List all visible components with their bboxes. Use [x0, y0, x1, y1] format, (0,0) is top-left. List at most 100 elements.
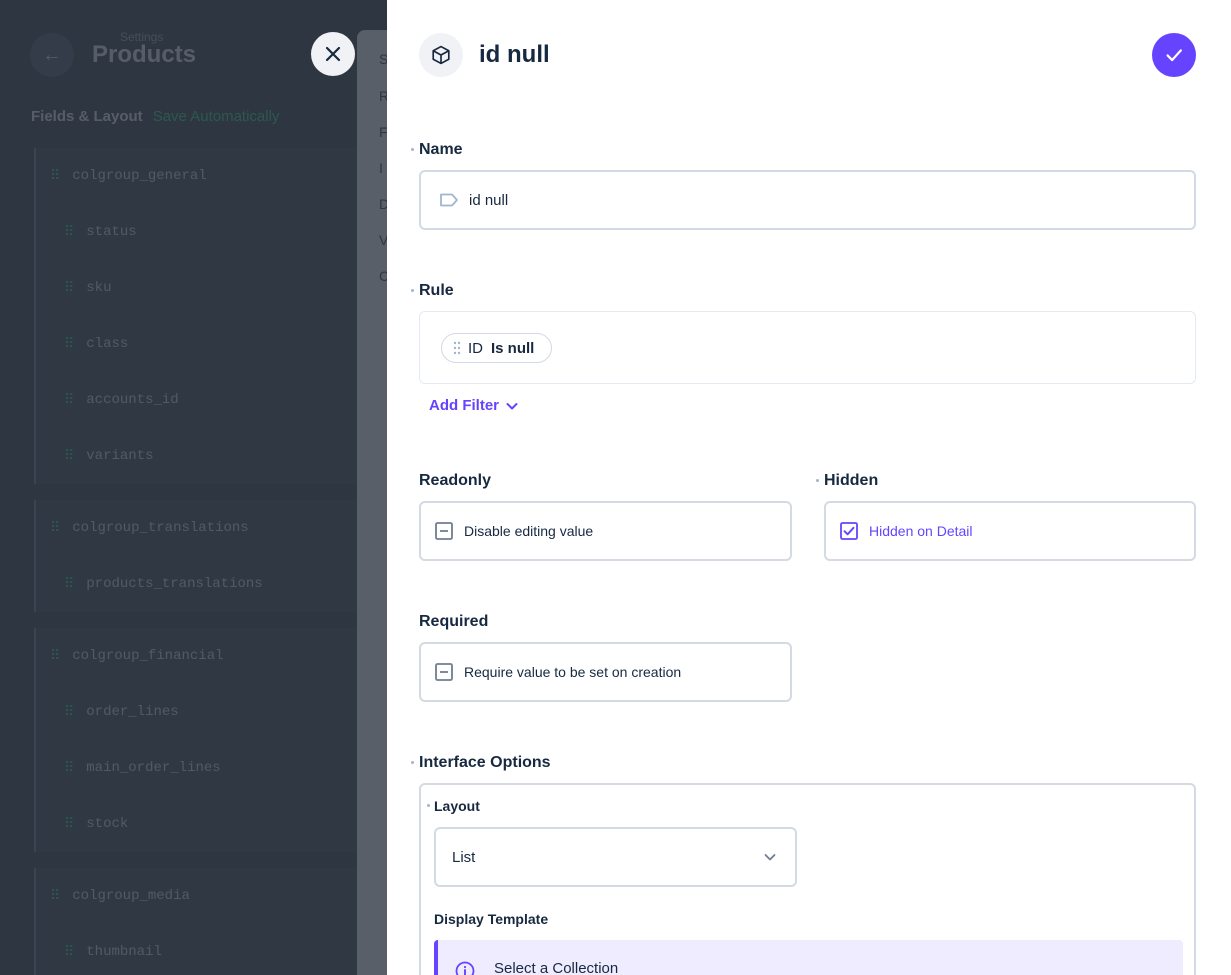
field-name: products_translations — [86, 576, 263, 592]
background-section-title: Fields & Layout Save Automatically — [31, 108, 279, 125]
cube-icon — [419, 33, 463, 77]
layout-select[interactable]: List — [434, 827, 797, 887]
group-header: ⠿ colgroup_translations — [36, 500, 366, 556]
filter-chip[interactable]: ID Is null — [441, 333, 553, 363]
required-checkbox-text: Require value to be set on creation — [464, 664, 682, 680]
drag-handle-icon: ⠿ — [64, 576, 75, 593]
field-name: sku — [86, 280, 112, 296]
field-drawer: id null Name id null Rule ID Is null Add… — [387, 0, 1231, 975]
chevron-down-icon — [764, 854, 776, 861]
rule-label-text: Rule — [419, 282, 454, 299]
name-input[interactable]: id null — [419, 170, 1196, 230]
section-title-text: Fields & Layout — [31, 108, 143, 125]
filter-field[interactable]: ID — [468, 340, 483, 357]
close-icon — [325, 46, 341, 62]
close-drawer-button[interactable] — [311, 32, 355, 76]
drag-handle-icon: ⠿ — [64, 336, 75, 353]
required-dot — [411, 148, 414, 151]
field-name: accounts_id — [86, 392, 179, 408]
readonly-label: Readonly — [419, 472, 491, 490]
drag-handle-icon: ⠿ — [50, 168, 61, 185]
display-template-label-text: Display Template — [434, 911, 549, 927]
drag-handle-icon[interactable] — [452, 341, 462, 355]
group-header: ⠿ colgroup_media — [36, 868, 366, 924]
group-header: ⠿ colgroup_financial — [36, 628, 366, 684]
group-name: colgroup_media — [72, 888, 190, 904]
name-label-text: Name — [419, 141, 463, 158]
app-root: ← Settings Products Fields & Layout Save … — [0, 0, 1231, 975]
background-group: ⠿ colgroup_translations ⠿ products_transla… — [34, 500, 366, 612]
background-header: ← Settings Products — [30, 30, 196, 80]
field-row: ⠿ class — [36, 316, 366, 372]
display-template-label: Display Template — [434, 911, 548, 927]
background-group: ⠿ colgroup_media ⠿ thumbnail — [34, 868, 366, 975]
required-label-text: Required — [419, 613, 489, 630]
background-group: ⠿ colgroup_financial ⠿ order_lines ⠿ main_o… — [34, 628, 366, 852]
field-name: variants — [86, 448, 154, 464]
drag-handle-icon: ⠿ — [64, 760, 75, 777]
hidden-label-text: Hidden — [824, 472, 879, 489]
interface-options-label: Interface Options — [411, 754, 551, 772]
field-row: ⠿ sku — [36, 260, 366, 316]
group-header: ⠿ colgroup_general — [36, 148, 366, 204]
info-icon — [455, 961, 475, 975]
drag-handle-icon: ⠿ — [50, 520, 61, 537]
interface-options-box: Layout List Display Template Select a Co… — [419, 783, 1196, 975]
drag-handle-icon: ⠿ — [50, 648, 61, 665]
required-dot — [411, 289, 414, 292]
checkbox-indeterminate-icon — [435, 663, 453, 681]
background-breadcrumb: Settings — [120, 30, 164, 44]
layout-select-value: List — [452, 848, 476, 866]
field-name: class — [86, 336, 129, 352]
hidden-checkbox-text: Hidden on Detail — [869, 523, 973, 539]
drag-handle-icon: ⠿ — [64, 280, 75, 297]
rule-filter-box: ID Is null — [419, 311, 1196, 384]
background-title: Products — [92, 41, 197, 68]
field-row: ⠿ stock — [36, 796, 366, 852]
save-button[interactable] — [1152, 33, 1196, 77]
field-name: main_order_lines — [86, 760, 221, 776]
field-name: stock — [86, 816, 129, 832]
drag-handle-icon: ⠿ — [64, 704, 75, 721]
drag-handle-icon: ⠿ — [64, 392, 75, 409]
required-dot — [816, 479, 819, 482]
drag-handle-icon: ⠿ — [64, 224, 75, 241]
group-name: colgroup_translations — [72, 520, 249, 536]
back-arrow-icon: ← — [30, 33, 74, 77]
hidden-label: Hidden — [816, 472, 879, 490]
drawer-header: id null — [419, 33, 550, 77]
chevron-down-icon — [506, 402, 518, 409]
required-checkbox[interactable]: Require value to be set on creation — [419, 642, 792, 702]
layout-label: Layout — [427, 798, 480, 814]
display-template-notice: Select a Collection — [434, 940, 1183, 975]
field-row: ⠿ order_lines — [36, 684, 366, 740]
panel-letter: I — [379, 160, 383, 176]
readonly-checkbox[interactable]: Disable editing value — [419, 501, 792, 561]
drag-handle-icon: ⠿ — [64, 448, 75, 465]
field-row: ⠿ accounts_id — [36, 372, 366, 428]
readonly-label-text: Readonly — [419, 472, 492, 489]
display-template-notice-text: Select a Collection — [494, 960, 619, 975]
name-label: Name — [411, 141, 463, 159]
required-label: Required — [419, 613, 488, 631]
group-name: colgroup_general — [72, 168, 207, 184]
checkbox-checked-icon — [840, 522, 858, 540]
field-name: thumbnail — [86, 944, 162, 960]
group-name: colgroup_financial — [72, 648, 224, 664]
readonly-checkbox-text: Disable editing value — [464, 523, 594, 539]
section-accent-text: Save Automatically — [152, 108, 280, 125]
drag-handle-icon: ⠿ — [64, 816, 75, 833]
required-dot — [427, 804, 430, 807]
background-group: ⠿ colgroup_general ⠿ status ⠿ sku ⠿ class ⠿ a… — [34, 148, 366, 484]
filter-operator[interactable]: Is null — [491, 340, 534, 357]
rule-label: Rule — [411, 282, 454, 300]
field-row: ⠿ main_order_lines — [36, 740, 366, 796]
field-row: ⠿ status — [36, 204, 366, 260]
interface-options-label-text: Interface Options — [419, 754, 551, 771]
field-name: status — [86, 224, 137, 240]
add-filter-button[interactable]: Add Filter — [429, 397, 519, 414]
field-row: ⠿ products_translations — [36, 556, 366, 612]
check-icon — [1166, 49, 1182, 62]
drag-handle-icon: ⠿ — [64, 944, 75, 961]
hidden-checkbox[interactable]: Hidden on Detail — [824, 501, 1196, 561]
